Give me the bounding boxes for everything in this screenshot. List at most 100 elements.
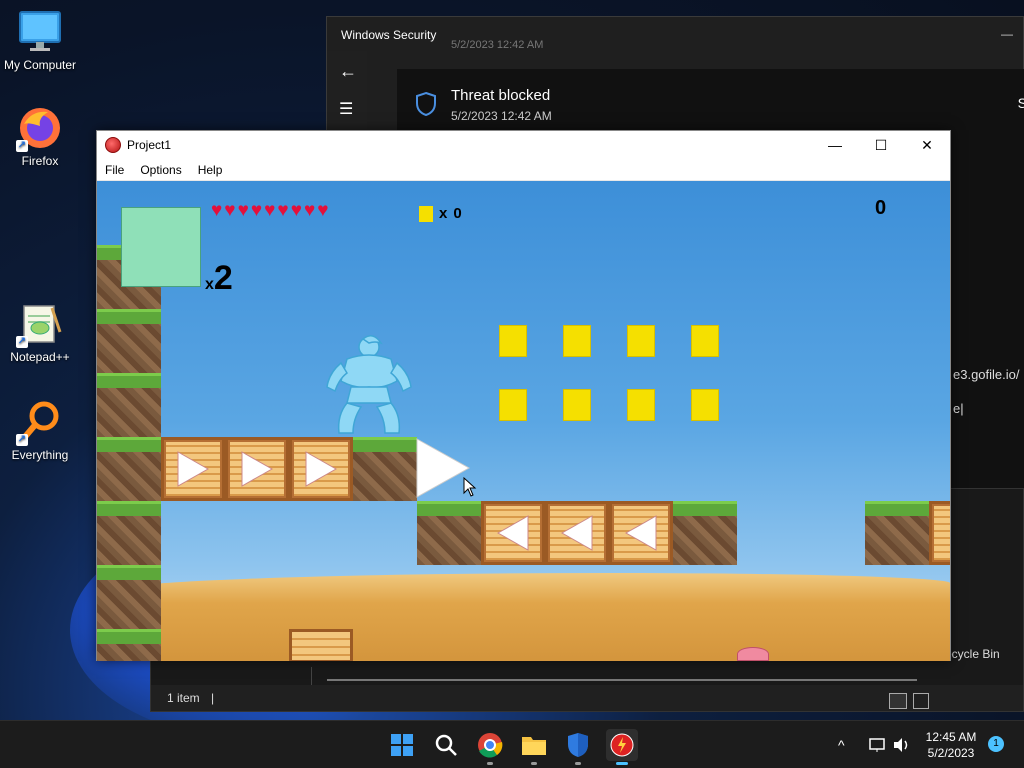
right-arrow-icon xyxy=(305,451,338,487)
monitor-icon xyxy=(18,10,62,54)
project1-icon[interactable] xyxy=(606,729,638,765)
back-arrow-icon[interactable]: ← xyxy=(339,61,357,82)
right-edge-text: S xyxy=(1017,95,1024,111)
coin xyxy=(499,325,527,357)
coin xyxy=(691,325,719,357)
score: 0 xyxy=(875,197,887,219)
titlebar[interactable]: Project1 — ☐ ✕ xyxy=(97,131,950,159)
notepadpp-icon: ↗ xyxy=(16,302,62,348)
taskbar: ^ 12:45 AM 5/2/2023 xyxy=(0,720,1024,768)
grass-block xyxy=(417,501,481,565)
arrow-crate-right xyxy=(289,437,353,501)
firefox-icon: ↗ xyxy=(16,106,62,152)
system-clock[interactable]: 12:45 AM 5/2/2023 xyxy=(918,729,984,761)
grass-block xyxy=(97,373,161,437)
desktop-icon-everything[interactable]: ↗ Everything xyxy=(0,400,80,462)
horizontal-scrollbar[interactable] xyxy=(327,679,917,681)
heart-icon: ♥ xyxy=(250,200,263,221)
desktop-icon-my-computer[interactable]: My Computer xyxy=(0,10,80,72)
heart-icon: ♥ xyxy=(317,200,329,221)
file-explorer-icon[interactable] xyxy=(518,729,550,765)
status-divider: | xyxy=(211,691,215,705)
windows-security-title: Windows Security xyxy=(341,28,437,42)
partial-url-text: e3.gofile.io/ xyxy=(953,367,1020,382)
coin-prefix: x xyxy=(439,205,448,222)
mouse-cursor-icon xyxy=(463,476,477,500)
desktop-icon-label: Notepad++ xyxy=(10,350,70,364)
shortcut-arrow-icon: ↗ xyxy=(16,336,28,348)
grass-block xyxy=(97,501,161,565)
arrow-crate-right xyxy=(225,437,289,501)
heart-icon: ♥ xyxy=(264,200,276,221)
player-portrait xyxy=(121,207,201,287)
desktop-icon-label: Firefox xyxy=(21,154,59,168)
player-character xyxy=(323,333,415,437)
arrow-crate-left xyxy=(609,501,673,565)
heart-icon: ♥ xyxy=(237,200,249,221)
close-button[interactable]: ✕ xyxy=(904,131,950,159)
left-arrow-icon xyxy=(560,515,593,551)
volume-icon[interactable] xyxy=(892,721,910,768)
grass-block xyxy=(673,501,737,565)
lives-counter: x2 xyxy=(205,259,233,298)
shield-icon xyxy=(415,91,437,120)
heart-icon: ♥ xyxy=(290,200,302,221)
lives-count: 2 xyxy=(213,259,233,297)
tiles-view-icon[interactable] xyxy=(913,693,929,709)
coin xyxy=(627,389,655,421)
heart-icon: ♥ xyxy=(303,200,316,221)
menu-file[interactable]: File xyxy=(97,163,132,177)
notification-badge[interactable]: 1 xyxy=(988,736,1004,752)
item-count: 1 item xyxy=(167,691,200,705)
desktop-icon-label: My Computer xyxy=(3,58,77,72)
details-view-icon[interactable] xyxy=(889,693,907,709)
grass-block xyxy=(97,629,161,661)
search-icon[interactable] xyxy=(430,729,462,761)
network-icon[interactable] xyxy=(868,721,886,768)
arrow-crate-left xyxy=(481,501,545,565)
heart-icon: ♥ xyxy=(211,200,223,221)
sand-ground xyxy=(97,573,950,661)
left-arrow-icon xyxy=(624,515,657,551)
divider xyxy=(311,667,312,687)
lives-prefix: x xyxy=(205,276,214,293)
minimize-button[interactable]: — xyxy=(1001,27,1013,41)
threat-blocked-title[interactable]: Threat blocked xyxy=(451,87,550,104)
grass-block xyxy=(97,565,161,629)
coin xyxy=(499,389,527,421)
clock-time: 12:45 AM xyxy=(925,730,977,744)
coin xyxy=(627,325,655,357)
menu-help[interactable]: Help xyxy=(190,163,231,177)
treasure-chest xyxy=(289,629,353,661)
grass-block xyxy=(97,437,161,501)
minimize-button[interactable]: — xyxy=(812,131,858,159)
menu-bar: File Options Help xyxy=(97,159,950,181)
health-hearts: ♥ ♥ ♥ ♥ ♥ ♥ ♥ ♥ ♥ xyxy=(211,201,329,221)
hamburger-menu-icon[interactable]: ☰ xyxy=(339,99,353,119)
desktop-icon-firefox[interactable]: ↗ Firefox xyxy=(0,106,80,168)
shortcut-arrow-icon: ↗ xyxy=(16,434,28,446)
game-canvas[interactable]: x2 ♥ ♥ ♥ ♥ ♥ ♥ ♥ ♥ ♥ x 0 0 xyxy=(97,181,950,661)
project1-window[interactable]: Project1 — ☐ ✕ File Options Help x2 ♥ ♥ … xyxy=(96,130,951,661)
windows-security-icon[interactable] xyxy=(562,729,594,765)
threat-timestamp: 5/2/2023 12:42 AM xyxy=(451,109,552,123)
grass-block xyxy=(353,437,417,501)
everything-search-icon: ↗ xyxy=(16,400,62,446)
desktop-icon-notepadpp[interactable]: ↗ Notepad++ xyxy=(0,302,80,364)
app-icon xyxy=(105,137,121,153)
arrow-crate-right xyxy=(929,501,950,565)
heart-icon: ♥ xyxy=(277,200,289,221)
start-icon[interactable] xyxy=(386,729,418,761)
chrome-icon[interactable] xyxy=(474,729,506,765)
tray-chevron-icon[interactable]: ^ xyxy=(838,721,845,768)
recycle-bin-label: ecycle Bin xyxy=(945,647,1000,661)
maximize-button[interactable]: ☐ xyxy=(858,131,904,159)
coin xyxy=(691,389,719,421)
grass-block xyxy=(865,501,929,565)
clock-date: 5/2/2023 xyxy=(927,746,975,760)
menu-options[interactable]: Options xyxy=(132,163,189,177)
faded-timestamp: 5/2/2023 12:42 AM xyxy=(451,39,544,51)
enemy-creature xyxy=(737,647,769,661)
coin xyxy=(563,389,591,421)
right-arrow-icon xyxy=(177,451,210,487)
